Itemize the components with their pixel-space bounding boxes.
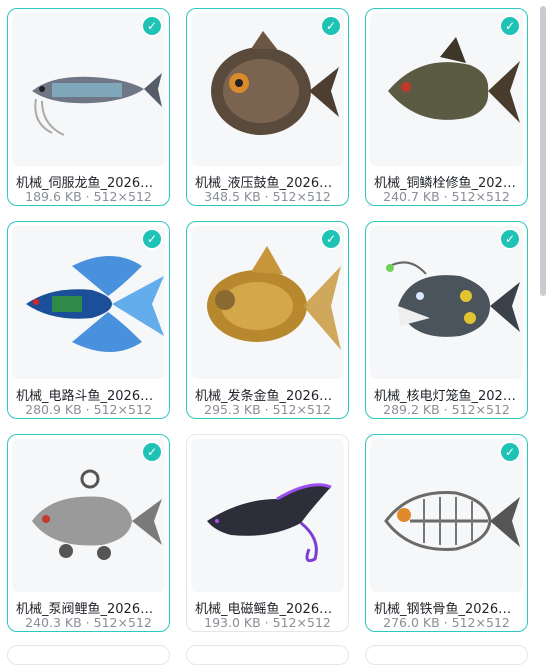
file-size: 240.3 KB [25, 615, 82, 630]
file-meta: 295.3 KB · 512×512 [187, 402, 348, 417]
separator: · [264, 402, 269, 417]
separator: · [443, 615, 448, 630]
image-gallery-grid: ✓ 机械_伺服龙鱼_202605... 189.6 KB · 512×512 ✓ 机… [0, 0, 548, 665]
file-meta: 240.7 KB · 512×512 [366, 189, 527, 204]
image-dimensions: 512×512 [93, 402, 152, 417]
selected-check-icon[interactable]: ✓ [143, 230, 161, 248]
image-card[interactable]: ✓ 机械_电路斗鱼_202605... 280.9 KB · 512×512 [7, 221, 170, 419]
file-size: 276.0 KB [383, 615, 440, 630]
image-card-partial[interactable] [365, 645, 528, 665]
vertical-scrollbar[interactable] [538, 0, 548, 654]
file-meta: 240.3 KB · 512×512 [8, 615, 169, 630]
image-card[interactable]: ✓ 机械_核电灯笼鱼_2026... 289.2 KB · 512×512 [365, 221, 528, 419]
arowana-fish-image [12, 13, 165, 166]
image-card[interactable]: ✓ 机械_发条金鱼_202605... 295.3 KB · 512×512 [186, 221, 349, 419]
selected-check-icon[interactable]: ✓ [322, 230, 340, 248]
carp-image [12, 439, 165, 592]
skeleton-fish-image [370, 439, 523, 592]
betta-fish-image [12, 226, 165, 379]
separator: · [85, 402, 90, 417]
separator: · [443, 402, 448, 417]
image-dimensions: 512×512 [272, 189, 331, 204]
selected-check-icon[interactable]: ✓ [143, 443, 161, 461]
image-dimensions: 512×512 [93, 615, 152, 630]
image-dimensions: 512×512 [272, 402, 331, 417]
image-card[interactable]: 机械_电磁鳐鱼_202605... 193.0 KB · 512×512 [186, 434, 349, 632]
file-meta: 193.0 KB · 512×512 [187, 615, 348, 630]
file-size: 240.7 KB [383, 189, 440, 204]
image-card[interactable]: ✓ 机械_液压鼓鱼_202605... 348.5 KB · 512×512 [186, 8, 349, 206]
goldfish-image [191, 226, 344, 379]
image-card-partial[interactable] [186, 645, 349, 665]
image-dimensions: 512×512 [451, 402, 510, 417]
file-size: 193.0 KB [204, 615, 261, 630]
file-size: 280.9 KB [25, 402, 82, 417]
separator: · [264, 615, 269, 630]
image-dimensions: 512×512 [451, 189, 510, 204]
anglerfish-image [370, 226, 523, 379]
file-meta: 276.0 KB · 512×512 [366, 615, 527, 630]
image-card[interactable]: ✓ 机械_铜鳞栓修鱼_2026... 240.7 KB · 512×512 [365, 8, 528, 206]
bronze-scale-fish-image [370, 13, 523, 166]
image-dimensions: 512×512 [272, 615, 331, 630]
separator: · [443, 189, 448, 204]
selected-check-icon[interactable]: ✓ [501, 17, 519, 35]
image-card[interactable]: ✓ 机械_钢铁骨鱼_202605... 276.0 KB · 512×512 [365, 434, 528, 632]
pufferfish-image [191, 13, 344, 166]
file-size: 348.5 KB [204, 189, 261, 204]
image-card[interactable]: ✓ 机械_泵阀鲤鱼_202605... 240.3 KB · 512×512 [7, 434, 170, 632]
scrollbar-thumb[interactable] [540, 6, 546, 296]
file-size: 289.2 KB [383, 402, 440, 417]
ray-fish-image [191, 439, 344, 592]
selected-check-icon[interactable]: ✓ [501, 443, 519, 461]
file-size: 189.6 KB [25, 189, 82, 204]
file-meta: 348.5 KB · 512×512 [187, 189, 348, 204]
image-dimensions: 512×512 [451, 615, 510, 630]
selected-check-icon[interactable]: ✓ [322, 17, 340, 35]
file-meta: 280.9 KB · 512×512 [8, 402, 169, 417]
separator: · [85, 615, 90, 630]
file-meta: 289.2 KB · 512×512 [366, 402, 527, 417]
separator: · [85, 189, 90, 204]
image-dimensions: 512×512 [93, 189, 152, 204]
image-card[interactable]: ✓ 机械_伺服龙鱼_202605... 189.6 KB · 512×512 [7, 8, 170, 206]
file-meta: 189.6 KB · 512×512 [8, 189, 169, 204]
file-size: 295.3 KB [204, 402, 261, 417]
image-card-partial[interactable] [7, 645, 170, 665]
selected-check-icon[interactable]: ✓ [143, 17, 161, 35]
selected-check-icon[interactable]: ✓ [501, 230, 519, 248]
separator: · [264, 189, 269, 204]
